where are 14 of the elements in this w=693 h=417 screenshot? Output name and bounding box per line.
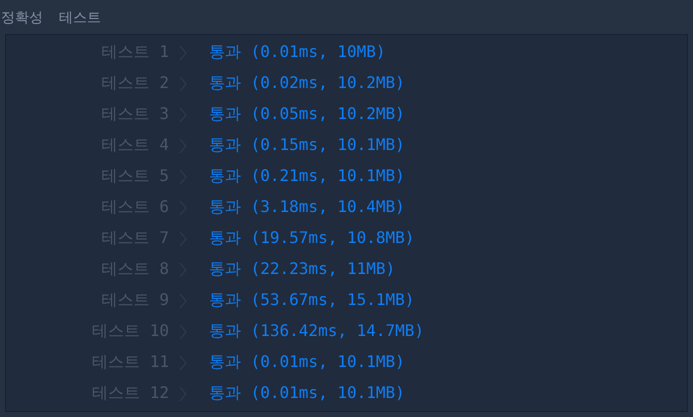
test-result: 통과 (136.42ms, 14.7MB) <box>209 321 424 342</box>
test-result: 통과 (0.01ms, 10.1MB) <box>209 352 405 373</box>
test-result: 통과 (53.67ms, 15.1MB) <box>209 290 414 311</box>
section-subtitle: 테스트 <box>59 9 101 27</box>
test-result: 통과 (0.02ms, 10.2MB) <box>209 73 405 94</box>
test-result: 통과 (0.15ms, 10.1MB) <box>209 135 405 156</box>
test-result: 통과 (0.21ms, 10.1MB) <box>209 166 405 187</box>
test-result: 통과 (0.05ms, 10.2MB) <box>209 104 405 125</box>
test-result: 통과 (22.23ms, 11MB) <box>209 259 396 280</box>
test-result: 통과 (0.01ms, 10.1MB) <box>209 383 405 404</box>
section-title: 정확성 <box>1 9 43 27</box>
test-result: 통과 (0.01ms, 10MB) <box>209 42 386 63</box>
test-result: 통과 (3.18ms, 10.4MB) <box>209 197 405 218</box>
test-result: 통과 (19.57ms, 10.8MB) <box>209 228 414 249</box>
